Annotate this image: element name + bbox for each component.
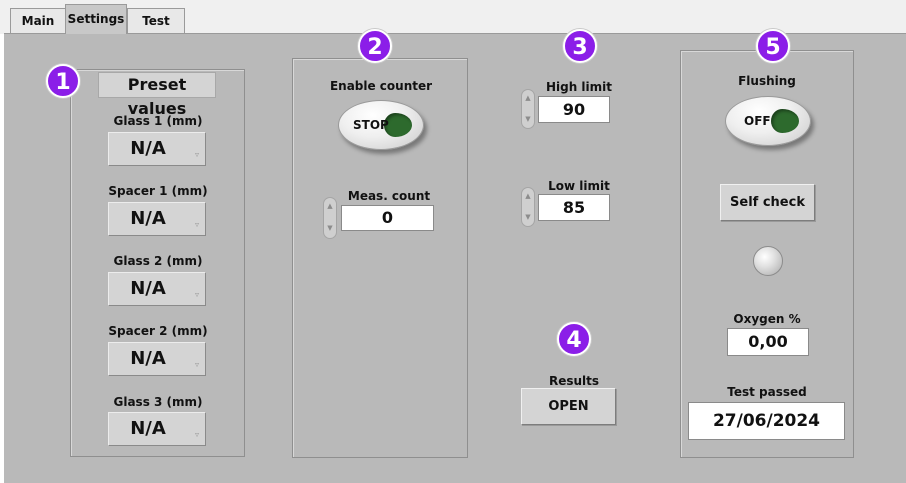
dropdown-arrow-icon: ▿ xyxy=(194,430,199,439)
self-check-button[interactable]: Self check xyxy=(720,184,815,221)
oxygen-display: 0,00 xyxy=(727,328,809,356)
dropdown-arrow-icon: ▿ xyxy=(194,290,199,299)
glass-1-label: Glass 1 (mm) xyxy=(113,114,203,128)
settings-page: 1 Preset values Glass 1 (mm) N/A ▿ Space… xyxy=(4,29,906,483)
tab-test[interactable]: Test xyxy=(127,8,185,34)
badge-5: 5 xyxy=(756,29,790,63)
spacer-2-value: N/A xyxy=(130,348,166,369)
badge-2: 2 xyxy=(358,29,392,63)
high-limit-spinner[interactable]: ▲ ▼ xyxy=(521,89,535,129)
meas-count-input[interactable]: 0 xyxy=(341,205,434,231)
spacer-1-value: N/A xyxy=(130,208,166,229)
enable-counter-label: Enable counter xyxy=(329,79,433,93)
dropdown-arrow-icon: ▿ xyxy=(194,220,199,229)
glass-3-select[interactable]: N/A ▿ xyxy=(108,412,206,446)
meas-count-label: Meas. count xyxy=(347,189,431,203)
spacer-2-label: Spacer 2 (mm) xyxy=(108,324,208,338)
glass-3-label: Glass 3 (mm) xyxy=(113,395,203,409)
increment-icon[interactable]: ▲ xyxy=(522,94,534,102)
decrement-icon[interactable]: ▼ xyxy=(324,224,336,232)
tab-main[interactable]: Main xyxy=(10,8,66,34)
low-limit-label: Low limit xyxy=(548,179,610,193)
oxygen-label: Oxygen % xyxy=(733,312,801,326)
enable-counter-state: STOP xyxy=(353,118,389,132)
results-label: Results xyxy=(548,374,600,388)
flushing-state: OFF xyxy=(744,114,771,128)
dropdown-arrow-icon: ▿ xyxy=(194,360,199,369)
tab-settings[interactable]: Settings xyxy=(65,4,127,34)
low-limit-input[interactable]: 85 xyxy=(538,194,610,221)
badge-3: 3 xyxy=(563,29,597,63)
glass-1-select[interactable]: N/A ▿ xyxy=(108,132,206,166)
high-limit-label: High limit xyxy=(545,80,613,94)
glass-2-select[interactable]: N/A ▿ xyxy=(108,272,206,306)
low-limit-spinner[interactable]: ▲ ▼ xyxy=(521,187,535,227)
flushing-label: Flushing xyxy=(738,74,796,88)
increment-icon[interactable]: ▲ xyxy=(324,202,336,210)
meas-count-spinner[interactable]: ▲ ▼ xyxy=(323,197,337,239)
spacer-1-label: Spacer 1 (mm) xyxy=(108,184,208,198)
spacer-1-select[interactable]: N/A ▿ xyxy=(108,202,206,236)
glass-2-value: N/A xyxy=(130,278,166,299)
test-passed-date: 27/06/2024 xyxy=(688,402,845,440)
decrement-icon[interactable]: ▼ xyxy=(522,115,534,123)
enable-counter-toggle[interactable]: STOP xyxy=(338,100,424,150)
decrement-icon[interactable]: ▼ xyxy=(522,213,534,221)
glass-2-label: Glass 2 (mm) xyxy=(113,254,203,268)
badge-4: 4 xyxy=(557,322,591,356)
preset-values-title: Preset values xyxy=(98,72,216,118)
dropdown-arrow-icon: ▿ xyxy=(194,150,199,159)
increment-icon[interactable]: ▲ xyxy=(522,192,534,200)
spacer-2-select[interactable]: N/A ▿ xyxy=(108,342,206,376)
test-passed-label: Test passed xyxy=(727,385,807,399)
glass-1-value: N/A xyxy=(130,138,166,159)
high-limit-input[interactable]: 90 xyxy=(538,96,610,123)
glass-3-value: N/A xyxy=(130,418,166,439)
badge-1: 1 xyxy=(46,64,80,98)
indicator-led-icon xyxy=(771,109,799,133)
flushing-toggle[interactable]: OFF xyxy=(725,96,811,146)
self-check-indicator xyxy=(753,246,783,276)
results-open-button[interactable]: OPEN xyxy=(521,388,616,425)
